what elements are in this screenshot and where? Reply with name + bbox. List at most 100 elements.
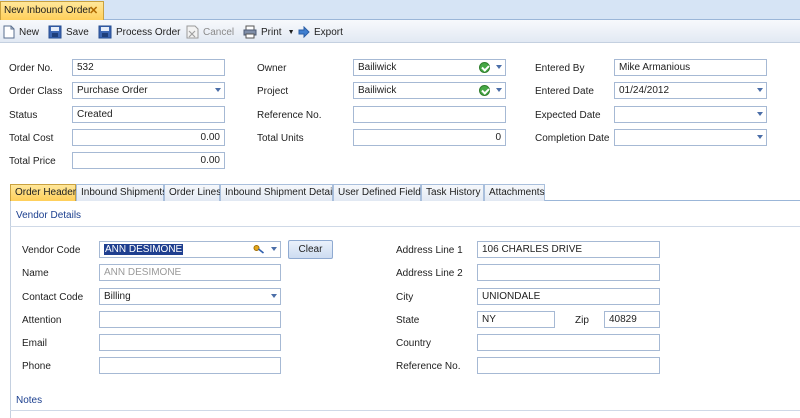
zip-label: Zip: [575, 315, 589, 326]
tab-title: New Inbound Order: [4, 5, 92, 16]
cancel-label: Cancel: [203, 26, 235, 38]
address-line-1-label: Address Line 1: [396, 245, 463, 256]
valid-check-icon: [479, 85, 490, 96]
save-disk-icon: [48, 25, 62, 39]
print-button[interactable]: Print ▼: [243, 24, 295, 40]
chevron-down-icon[interactable]: [271, 247, 277, 251]
expected-date-picker[interactable]: [614, 106, 767, 123]
lookup-key-icon[interactable]: [253, 244, 265, 255]
address-line-1-field[interactable]: 106 CHARLES DRIVE: [477, 241, 660, 258]
tab-inbound-shipment-details[interactable]: Inbound Shipment Details: [220, 184, 340, 201]
entered-date-picker[interactable]: 01/24/2012: [614, 82, 767, 99]
email-field[interactable]: [99, 334, 281, 351]
status-field[interactable]: Created: [72, 106, 225, 123]
country-label: Country: [396, 338, 432, 349]
vendor-reference-no-field[interactable]: [477, 357, 660, 374]
country-field[interactable]: [477, 334, 660, 351]
vendor-details-heading: Vendor Details: [16, 210, 82, 221]
process-order-button[interactable]: Process Order: [98, 24, 180, 40]
total-cost-label: Total Cost: [9, 133, 54, 144]
total-units-label: Total Units: [257, 133, 304, 144]
address-line-2-label: Address Line 2: [396, 268, 463, 279]
tab-new-inbound-order[interactable]: New Inbound Order ✕: [0, 1, 104, 20]
email-label: Email: [22, 338, 48, 349]
city-label: City: [396, 292, 414, 303]
save-label: Save: [66, 26, 89, 38]
detail-tabs: Order Header Inbound Shipments Order Lin…: [10, 184, 800, 201]
entered-by-field[interactable]: Mike Armanious: [614, 59, 767, 76]
order-no-field[interactable]: 532: [72, 59, 225, 76]
state-label: State: [396, 315, 420, 326]
chevron-down-icon[interactable]: [496, 65, 502, 69]
total-price-field[interactable]: 0.00: [72, 152, 225, 169]
export-label: Export: [314, 26, 343, 38]
chevron-down-icon[interactable]: [496, 88, 502, 92]
attention-label: Attention: [22, 315, 62, 326]
export-arrow-icon: [298, 26, 310, 38]
phone-label: Phone: [22, 361, 51, 372]
chevron-down-icon[interactable]: [757, 112, 763, 116]
document-tab-strip: New Inbound Order ✕: [0, 0, 800, 20]
entered-by-label: Entered By: [535, 63, 585, 74]
reference-no-field[interactable]: [353, 106, 506, 123]
order-class-label: Order Class: [9, 86, 63, 97]
project-select[interactable]: Bailiwick: [353, 82, 506, 99]
print-label: Print: [261, 26, 282, 38]
contact-code-select[interactable]: Billing: [99, 288, 281, 305]
chevron-down-icon[interactable]: [757, 88, 763, 92]
toolbar: New Save Process Order Cancel Print ▼ Ex…: [0, 20, 800, 43]
attention-field[interactable]: [99, 311, 281, 328]
phone-field[interactable]: [99, 357, 281, 374]
tab-task-history[interactable]: Task History: [421, 184, 484, 201]
chevron-down-icon[interactable]: [271, 294, 277, 298]
total-cost-field[interactable]: 0.00: [72, 129, 225, 146]
vendor-code-label: Vendor Code: [22, 245, 81, 256]
export-button[interactable]: Export: [298, 24, 343, 40]
order-class-select[interactable]: Purchase Order: [72, 82, 225, 99]
tab-order-header[interactable]: Order Header: [10, 184, 76, 201]
order-no-label: Order No.: [9, 63, 53, 74]
process-order-label: Process Order: [116, 26, 181, 38]
name-field[interactable]: ANN DESIMONE: [99, 264, 281, 281]
notes-heading: Notes: [16, 395, 43, 406]
completion-date-label: Completion Date: [535, 133, 610, 144]
status-label: Status: [9, 110, 38, 121]
tab-user-defined-fields[interactable]: User Defined Fields: [333, 184, 426, 201]
new-label: New: [19, 26, 40, 38]
completion-date-picker[interactable]: [614, 129, 767, 146]
project-label: Project: [257, 86, 289, 97]
vendor-code-lookup[interactable]: ANN DESIMONE: [99, 241, 281, 258]
name-label: Name: [22, 268, 49, 279]
order-header-panel: [10, 201, 800, 418]
total-price-label: Total Price: [9, 156, 56, 167]
vendor-divider: [10, 226, 800, 227]
chevron-down-icon[interactable]: [215, 88, 221, 92]
zip-field[interactable]: 40829: [604, 311, 660, 328]
new-document-icon: [3, 25, 15, 39]
address-line-2-field[interactable]: [477, 264, 660, 281]
notes-divider: [10, 410, 800, 411]
tab-inbound-shipments[interactable]: Inbound Shipments: [76, 184, 167, 201]
total-units-field[interactable]: 0: [353, 129, 506, 146]
valid-check-icon: [479, 62, 490, 73]
tab-attachments[interactable]: Attachments: [484, 184, 545, 201]
entered-date-label: Entered Date: [535, 86, 594, 97]
cancel-document-icon: [186, 25, 199, 39]
state-field[interactable]: NY: [477, 311, 555, 328]
close-icon[interactable]: ✕: [89, 4, 98, 17]
contact-code-label: Contact Code: [22, 292, 84, 303]
chevron-down-icon[interactable]: [757, 135, 763, 139]
save-button[interactable]: Save: [48, 24, 89, 40]
printer-icon: [243, 25, 257, 39]
cancel-button[interactable]: Cancel: [186, 24, 234, 40]
tab-order-lines[interactable]: Order Lines: [164, 184, 221, 201]
reference-no-label: Reference No.: [257, 110, 322, 121]
print-dropdown-icon[interactable]: ▼: [288, 29, 295, 36]
owner-label: Owner: [257, 63, 287, 74]
clear-button[interactable]: Clear: [288, 240, 333, 259]
expected-date-label: Expected Date: [535, 110, 601, 121]
city-field[interactable]: UNIONDALE: [477, 288, 660, 305]
vendor-reference-no-label: Reference No.: [396, 361, 461, 372]
owner-select[interactable]: Bailiwick: [353, 59, 506, 76]
new-button[interactable]: New: [3, 24, 39, 40]
